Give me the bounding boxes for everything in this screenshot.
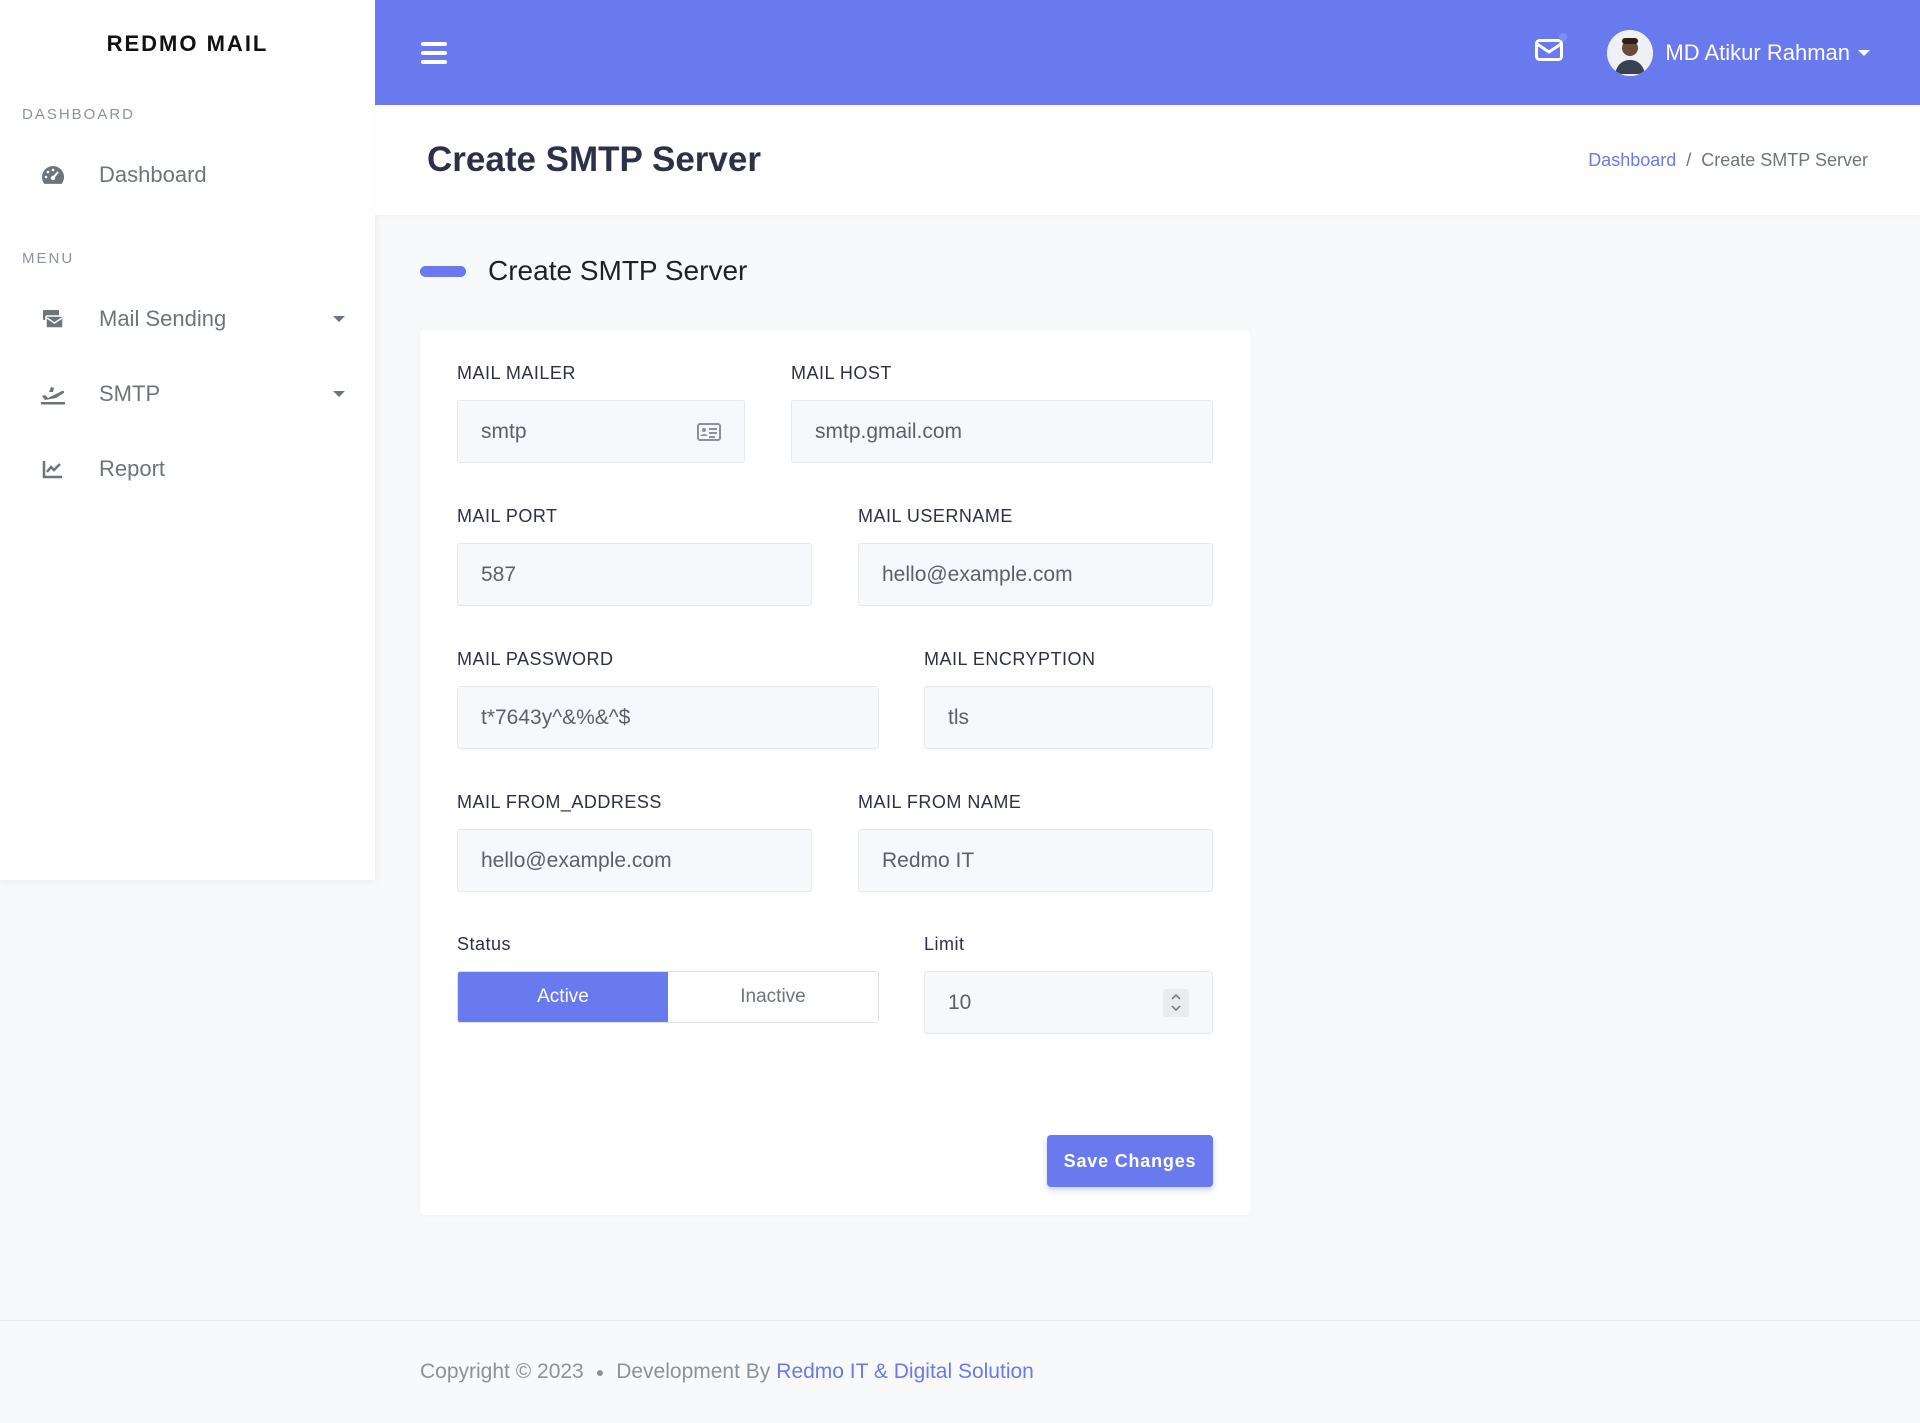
breadcrumb-current: Create SMTP Server bbox=[1701, 149, 1868, 170]
mail-from-address-input[interactable]: hello@example.com bbox=[457, 829, 812, 892]
envelope-icon[interactable] bbox=[1535, 33, 1568, 66]
input-value: 10 bbox=[948, 990, 972, 1014]
chart-line-icon bbox=[40, 456, 66, 482]
field-label: Limit bbox=[924, 934, 965, 954]
page-header: Create SMTP Server Dashboard / Create SMTP… bbox=[375, 105, 1920, 215]
chevron-down-icon bbox=[333, 390, 345, 397]
field-label: MAIL FROM_ADDRESS bbox=[457, 792, 662, 812]
sidebar-item-label: Dashboard bbox=[99, 161, 207, 187]
chevron-down-icon bbox=[333, 315, 345, 322]
sidebar-item-smtp[interactable]: SMTP bbox=[0, 356, 375, 431]
field-label: MAIL FROM NAME bbox=[858, 792, 1022, 812]
user-menu[interactable]: MD Atikur Rahman bbox=[1607, 29, 1870, 76]
footer: Copyright © 2023 ● Development By Redmo … bbox=[0, 1320, 1920, 1423]
mail-from-name-field: MAIL FROM NAME Redmo IT bbox=[858, 792, 1213, 892]
input-value: smtp.gmail.com bbox=[815, 419, 963, 443]
notification-dot bbox=[1559, 33, 1568, 41]
input-value: tls bbox=[948, 705, 969, 729]
field-label: MAIL PORT bbox=[457, 506, 558, 526]
mail-password-field: MAIL PASSWORD t*7643y^&%&^$ bbox=[457, 649, 879, 749]
limit-input[interactable]: 10 bbox=[924, 971, 1213, 1034]
user-name: MD Atikur Rahman bbox=[1665, 39, 1850, 65]
gauge-icon bbox=[40, 162, 66, 188]
page-title: Create SMTP Server bbox=[427, 140, 761, 179]
input-value: Redmo IT bbox=[882, 848, 975, 872]
avatar bbox=[1607, 29, 1654, 76]
topbar: MD Atikur Rahman bbox=[375, 0, 1920, 105]
sidebar-item-label: Mail Sending bbox=[99, 305, 227, 331]
input-value: smtp bbox=[481, 419, 527, 443]
hamburger-menu-icon[interactable] bbox=[421, 41, 447, 64]
footer-dev-by: Development By bbox=[616, 1360, 771, 1383]
status-inactive-option[interactable]: Inactive bbox=[668, 972, 878, 1022]
mail-host-input[interactable]: smtp.gmail.com bbox=[791, 400, 1213, 463]
input-value: hello@example.com bbox=[481, 848, 672, 872]
mail-mailer-field: MAIL MAILER smtp bbox=[457, 363, 745, 463]
breadcrumb-home-link[interactable]: Dashboard bbox=[1588, 150, 1676, 170]
plane-departure-icon bbox=[40, 381, 66, 407]
input-value: hello@example.com bbox=[882, 562, 1073, 586]
section-accent-bar bbox=[420, 265, 466, 277]
footer-copyright: Copyright © 2023 bbox=[420, 1360, 584, 1383]
footer-separator: ● bbox=[595, 1364, 605, 1380]
mail-stack-icon bbox=[40, 306, 66, 332]
mail-port-input[interactable]: 587 bbox=[457, 543, 812, 606]
field-label: MAIL USERNAME bbox=[858, 506, 1013, 526]
mail-port-field: MAIL PORT 587 bbox=[457, 506, 812, 606]
section-heading: Create SMTP Server bbox=[420, 255, 747, 287]
mail-from-address-field: MAIL FROM_ADDRESS hello@example.com bbox=[457, 792, 812, 892]
sidebar-item-mail-sending[interactable]: Mail Sending bbox=[0, 281, 375, 356]
number-stepper[interactable] bbox=[1163, 988, 1189, 1017]
field-label: MAIL ENCRYPTION bbox=[924, 649, 1096, 669]
field-label: MAIL PASSWORD bbox=[457, 649, 614, 669]
save-changes-button[interactable]: Save Changes bbox=[1047, 1135, 1213, 1187]
limit-field: Limit 10 bbox=[924, 934, 1213, 1034]
field-label: MAIL HOST bbox=[791, 363, 892, 383]
sidebar-item-report[interactable]: Report bbox=[0, 431, 375, 506]
mail-encryption-input[interactable]: tls bbox=[924, 686, 1213, 749]
mail-username-field: MAIL USERNAME hello@example.com bbox=[858, 506, 1213, 606]
status-toggle: Active Inactive bbox=[457, 971, 879, 1023]
breadcrumb-separator: / bbox=[1686, 149, 1692, 170]
sidebar-item-label: Report bbox=[99, 455, 166, 481]
brand-logo[interactable]: REDMO MAIL bbox=[0, 0, 375, 88]
mail-host-field: MAIL HOST smtp.gmail.com bbox=[791, 363, 1213, 463]
field-label: Status bbox=[457, 934, 512, 954]
chevron-down-icon bbox=[1858, 49, 1870, 56]
sidebar-item-label: SMTP bbox=[99, 380, 161, 406]
field-label: MAIL MAILER bbox=[457, 363, 576, 383]
chevron-up-icon[interactable] bbox=[1171, 994, 1181, 1000]
smtp-form-card: MAIL MAILER smtp MAIL HOST smtp.gmail.co… bbox=[420, 330, 1250, 1215]
sidebar-heading-menu: MENU bbox=[22, 250, 75, 267]
mail-mailer-input[interactable]: smtp bbox=[457, 400, 745, 463]
status-field: Status Active Inactive bbox=[457, 934, 879, 1023]
id-card-icon bbox=[697, 422, 721, 441]
status-active-option[interactable]: Active bbox=[458, 972, 668, 1022]
chevron-down-icon[interactable] bbox=[1171, 1005, 1181, 1011]
sidebar: REDMO MAIL DASHBOARD Dashboard MENU Mail… bbox=[0, 0, 375, 880]
mail-password-input[interactable]: t*7643y^&%&^$ bbox=[457, 686, 879, 749]
footer-company-link[interactable]: Redmo IT & Digital Solution bbox=[776, 1360, 1034, 1384]
sidebar-heading-dashboard: DASHBOARD bbox=[22, 106, 136, 123]
input-value: 587 bbox=[481, 562, 517, 586]
mail-from-name-input[interactable]: Redmo IT bbox=[858, 829, 1213, 892]
sidebar-item-dashboard[interactable]: Dashboard bbox=[0, 137, 375, 212]
section-title: Create SMTP Server bbox=[488, 255, 748, 286]
mail-username-input[interactable]: hello@example.com bbox=[858, 543, 1213, 606]
breadcrumb: Dashboard / Create SMTP Server bbox=[1588, 150, 1868, 171]
input-value: t*7643y^&%&^$ bbox=[481, 705, 631, 729]
mail-encryption-field: MAIL ENCRYPTION tls bbox=[924, 649, 1213, 749]
